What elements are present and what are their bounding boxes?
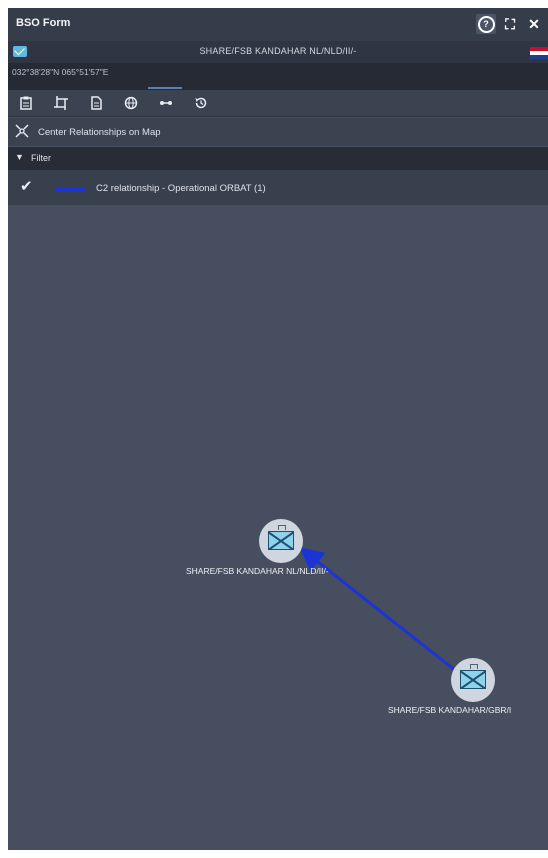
unit-header: SHARE/FSB KANDAHAR NL/NLD/II/- xyxy=(8,41,548,63)
coordinates-accent xyxy=(148,87,182,89)
unit-node[interactable] xyxy=(451,658,495,702)
clipboard-icon[interactable] xyxy=(19,96,33,110)
coordinates-row: 032°38'28"N 065°51'57"E xyxy=(8,63,548,90)
toolbar xyxy=(8,90,548,116)
help-icon: ? xyxy=(477,15,495,33)
title-bar: BSO Form ? ⛶ ✕ xyxy=(8,8,548,41)
window-controls: ? ⛶ ✕ xyxy=(476,14,544,34)
maximize-icon: ⛶ xyxy=(505,15,515,32)
unit-node[interactable] xyxy=(259,519,303,563)
checkmark-icon[interactable]: ✔ xyxy=(20,177,33,195)
chevron-down-icon: ▼ xyxy=(15,152,24,162)
legend-line xyxy=(55,188,85,191)
filter-header[interactable]: ▼ Filter xyxy=(8,147,548,170)
history-icon[interactable] xyxy=(194,96,208,110)
help-button[interactable]: ? xyxy=(476,14,496,34)
document-icon[interactable] xyxy=(89,96,103,110)
echelon-marker xyxy=(470,664,478,669)
filter-item[interactable]: ✔ C2 relationship - Operational ORBAT (1… xyxy=(8,170,548,205)
bso-form-window: BSO Form ? ⛶ ✕ SHARE/FSB KANDAHAR NL/NLD… xyxy=(8,8,548,850)
link-icon[interactable] xyxy=(159,96,173,110)
crop-icon[interactable] xyxy=(54,96,68,110)
center-relationships-button[interactable]: Center Relationships on Map xyxy=(8,118,548,146)
close-button[interactable]: ✕ xyxy=(524,14,544,34)
center-map-icon xyxy=(15,124,29,138)
divider xyxy=(8,116,548,117)
netherlands-flag-icon xyxy=(530,47,548,59)
unit-coordinates: 032°38'28"N 065°51'57"E xyxy=(12,67,109,77)
unit-name: SHARE/FSB KANDAHAR NL/NLD/II/- xyxy=(199,46,357,56)
window-title: BSO Form xyxy=(16,17,71,29)
center-relationships-label: Center Relationships on Map xyxy=(38,127,161,138)
close-icon: ✕ xyxy=(528,15,540,32)
globe-icon[interactable] xyxy=(124,96,138,110)
filter-title: Filter xyxy=(31,153,51,163)
unit-node-label: SHARE/FSB KANDAHAR/GBR/I xyxy=(388,705,512,715)
filter-item-label: C2 relationship - Operational ORBAT (1) xyxy=(96,183,266,194)
unit-symbol-icon xyxy=(268,531,294,550)
echelon-marker xyxy=(278,525,286,530)
unit-node-label: SHARE/FSB KANDAHAR NL/NLD/II/- xyxy=(186,566,329,576)
maximize-button[interactable]: ⛶ xyxy=(500,14,520,34)
unit-symbol-icon xyxy=(460,670,486,689)
relationship-graph[interactable]: SHARE/FSB KANDAHAR NL/NLD/II/- SHARE/FSB… xyxy=(8,205,548,850)
